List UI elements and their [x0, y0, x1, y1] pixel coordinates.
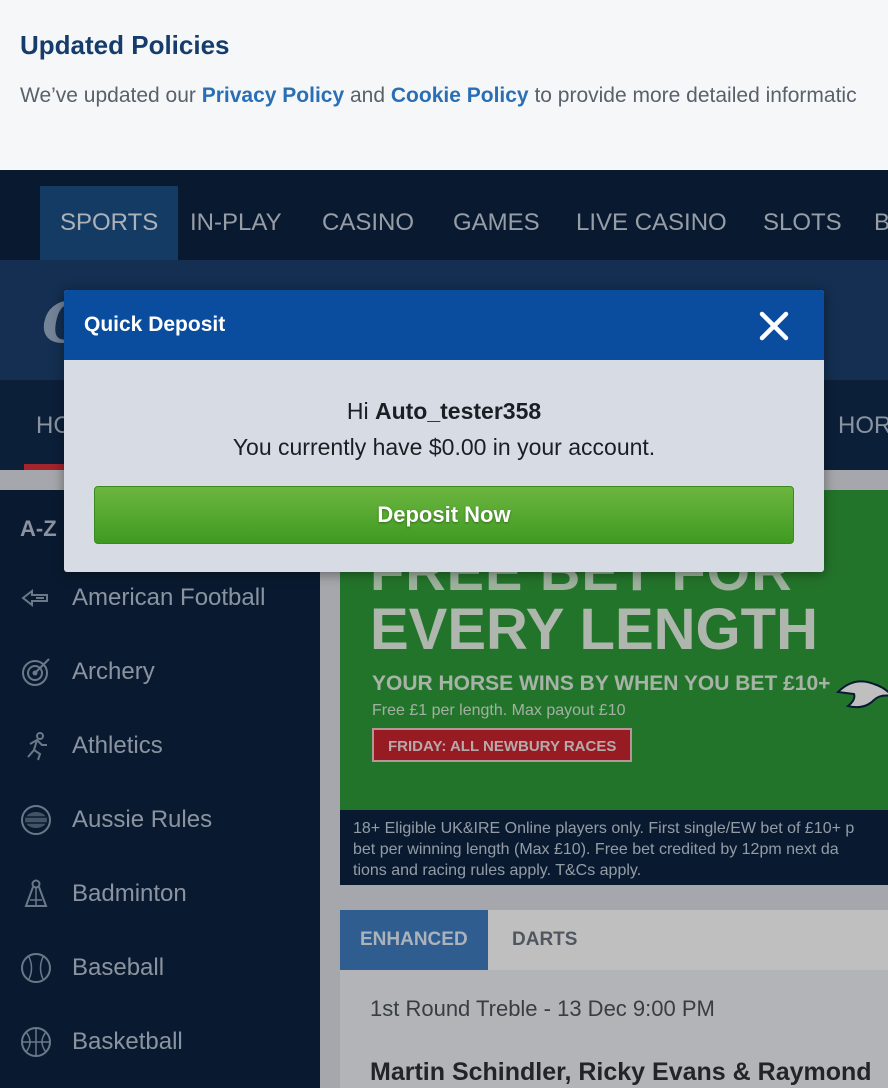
- balance-text: You currently have $0.00 in your account…: [232, 434, 656, 460]
- greeting: Hi Auto_tester358: [64, 398, 824, 425]
- greeting-prefix: Hi: [346, 398, 375, 424]
- modal-header: Quick Deposit: [64, 290, 824, 360]
- policy-text: We’ve updated our Privacy Policy and Coo…: [20, 84, 857, 108]
- cookie-policy-link[interactable]: Cookie Policy: [391, 84, 529, 107]
- policy-text-before: We’ve updated our: [20, 84, 202, 107]
- privacy-policy-link[interactable]: Privacy Policy: [202, 84, 344, 107]
- policy-title: Updated Policies: [20, 30, 230, 60]
- close-icon[interactable]: [754, 306, 794, 346]
- username: Auto_tester358: [374, 398, 542, 424]
- policy-text-between: and: [344, 84, 391, 107]
- quick-deposit-modal: Quick Deposit Hi Auto_tester358 You curr…: [64, 290, 824, 572]
- policy-text-after: to provide more detailed informatic: [528, 84, 857, 107]
- deposit-now-button[interactable]: Deposit Now: [94, 486, 794, 544]
- modal-title: Quick Deposit: [84, 313, 226, 336]
- policy-banner: Updated Policies We’ve updated our Priva…: [0, 0, 888, 170]
